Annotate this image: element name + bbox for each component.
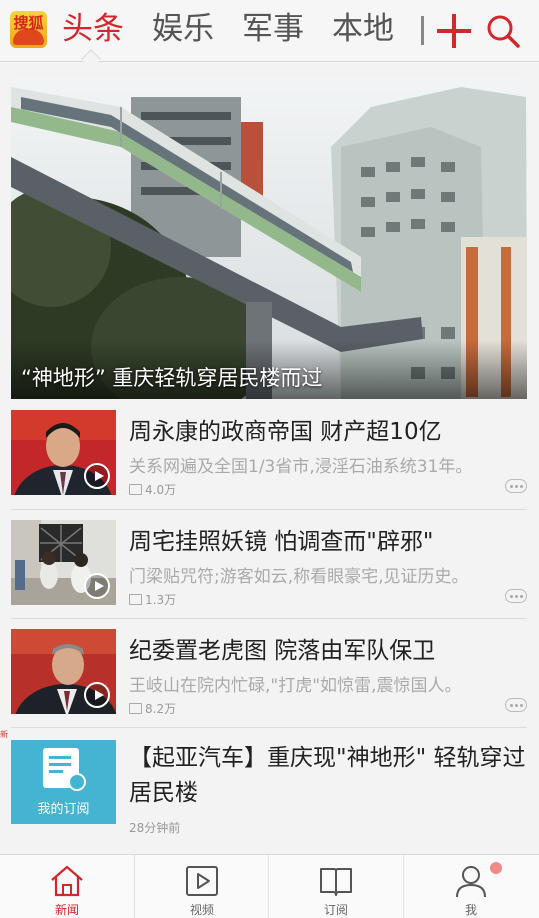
home-icon [51, 865, 83, 897]
news-item[interactable]: 周永康的政商帝国 财产超10亿 关系网遍及全国1/3省市,浸淫石油系统31年。 … [0, 410, 539, 520]
comment-count-value: 8.2万 [145, 702, 177, 716]
nav-news[interactable]: 新闻 [0, 855, 134, 918]
hero-caption[interactable]: “神地形” 重庆轻轨穿居民楼而过 [21, 362, 322, 392]
logo-text: 搜狐 [13, 14, 44, 32]
app-screen: 搜狐 头条 娱乐 军事 本地 “神地形” 重庆轻轨穿居民楼而过 周永康的政商帝国… [0, 0, 539, 918]
news-title: 周宅挂照妖镜 怕调查而"辟邪" [129, 529, 434, 555]
plus-icon[interactable] [437, 14, 471, 48]
top-bar: 搜狐 头条 娱乐 军事 本地 [0, 0, 539, 62]
comment-icon [129, 484, 142, 495]
comment-count: 1.3万 [129, 591, 176, 608]
nav-subscribe-label: 订阅 [323, 903, 348, 917]
more-icon[interactable] [505, 698, 527, 712]
ad-timestamp: 28分钟前 [129, 821, 181, 835]
search-icon[interactable] [485, 13, 521, 49]
more-icon[interactable] [505, 479, 527, 493]
tab-entertainment[interactable]: 娱乐 [152, 8, 214, 50]
comment-count: 8.2万 [129, 700, 176, 717]
play-icon [84, 573, 110, 599]
more-icon[interactable] [505, 589, 527, 603]
news-item[interactable]: 周宅挂照妖镜 怕调查而"辟邪" 门梁贴咒符;游客如云,称看眼豪宅,见证历史。 1… [0, 520, 539, 630]
ad-title[interactable]: 【起亚汽车】重庆现"神地形" 轻轨穿过 居民楼 [129, 741, 527, 811]
subscription-label: 我的订阅 [37, 802, 90, 817]
book-icon [320, 868, 352, 896]
news-summary: 门梁贴咒符;游客如云,称看眼豪宅,见证历史。 [129, 567, 469, 587]
check-icon [68, 773, 86, 791]
news-title: 纪委置老虎图 院落由军队保卫 [129, 638, 436, 664]
comment-icon [129, 703, 142, 714]
comment-count: 4.0万 [129, 481, 176, 498]
tab-overflow-dot [421, 42, 424, 45]
news-thumbnail [11, 520, 116, 605]
sohu-logo[interactable]: 搜狐 [10, 11, 47, 48]
tab-local[interactable]: 本地 [332, 8, 394, 50]
video-icon [186, 866, 218, 896]
nav-me-label: 我 [464, 903, 477, 917]
divider [11, 509, 527, 510]
user-icon [456, 866, 486, 898]
news-summary: 关系网遍及全国1/3省市,浸淫石油系统31年。 [129, 457, 473, 477]
notification-dot [490, 862, 502, 874]
divider [11, 618, 527, 619]
news-title: 周永康的政商帝国 财产超10亿 [129, 419, 442, 445]
play-icon [84, 682, 110, 708]
divider [11, 727, 527, 728]
news-thumbnail [11, 629, 116, 714]
nav-subscribe[interactable]: 订阅 [269, 855, 403, 918]
news-item[interactable]: 纪委置老虎图 院落由军队保卫 王岐山在院内忙碌,"打虎"如惊雷,震惊国人。 8.… [0, 629, 539, 739]
subscription-thumbnail[interactable]: 我的订阅 [11, 740, 116, 824]
bottom-nav: 新闻 视频 订阅 我 [0, 854, 539, 918]
tab-military[interactable]: 军事 [242, 8, 304, 50]
comment-icon [129, 594, 142, 605]
play-icon [84, 463, 110, 489]
nav-video-label: 视频 [189, 903, 214, 917]
news-summary: 王岐山在院内忙碌,"打虎"如惊雷,震惊国人。 [129, 676, 462, 696]
comment-count-value: 4.0万 [145, 483, 177, 497]
nav-news-label: 新闻 [54, 903, 79, 917]
nav-me[interactable]: 我 [404, 855, 538, 918]
news-thumbnail [11, 410, 116, 495]
tab-headlines[interactable]: 头条 [62, 8, 124, 50]
nav-video[interactable]: 视频 [135, 855, 269, 918]
comment-count-value: 1.3万 [145, 593, 177, 607]
tab-overflow-indicator [421, 16, 424, 42]
